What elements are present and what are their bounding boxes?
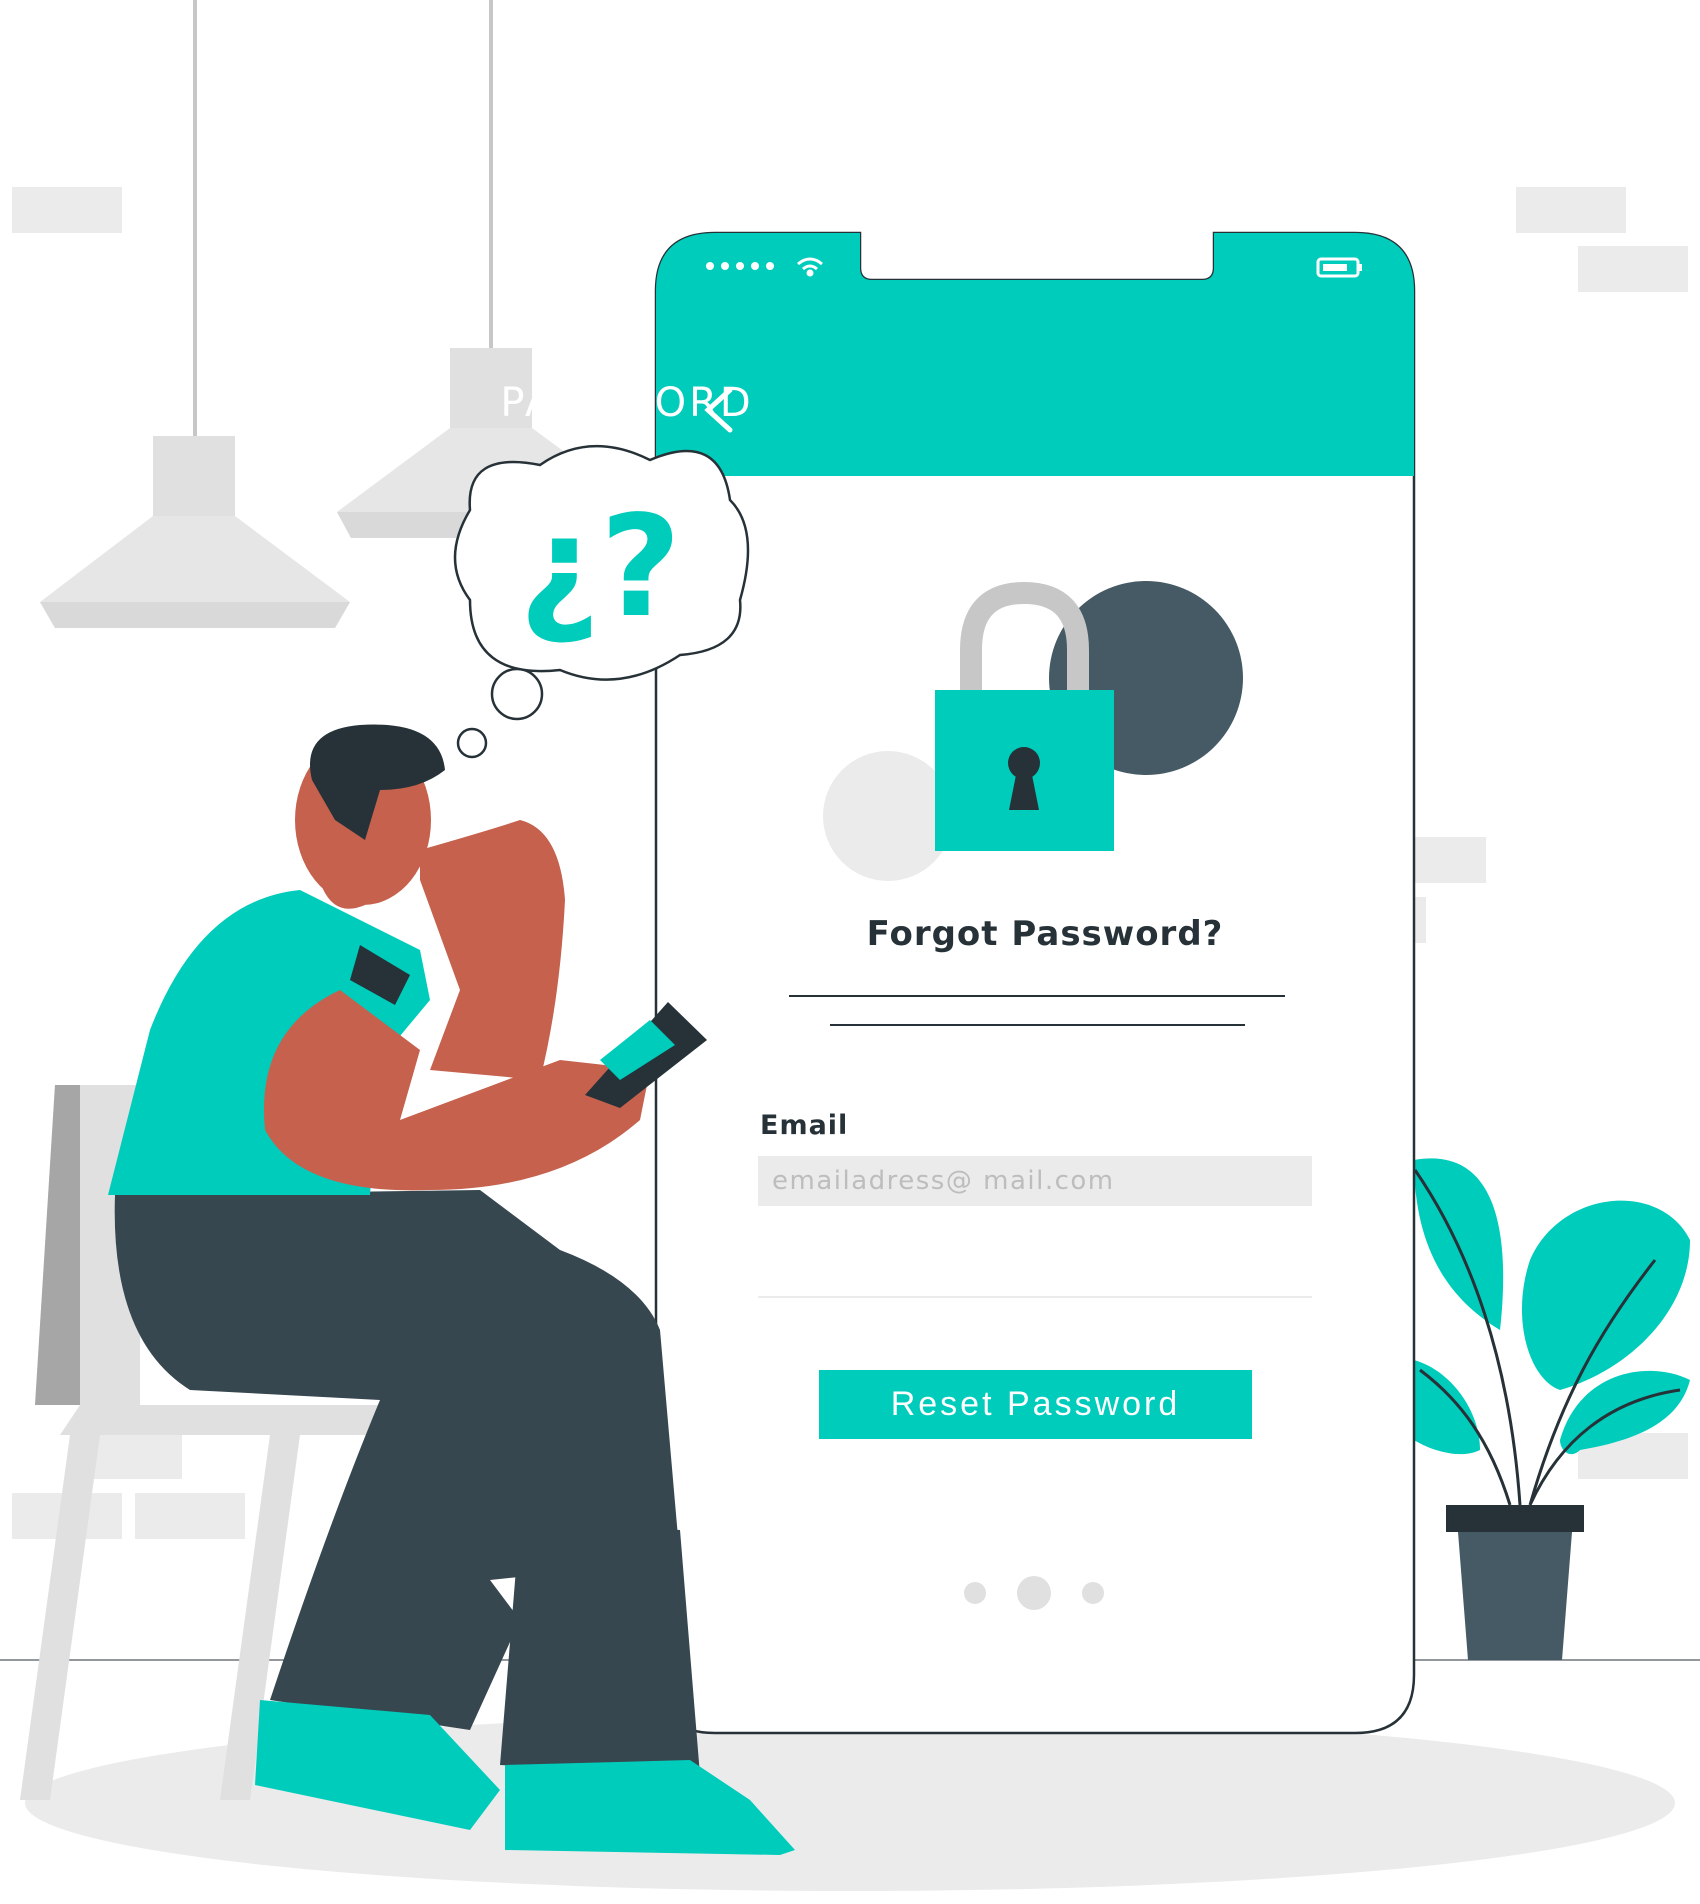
page-title: PASSWORD (500, 380, 754, 426)
email-field[interactable] (758, 1156, 1312, 1206)
reset-password-button[interactable]: Reset Password (819, 1370, 1252, 1439)
email-label: Email (760, 1110, 849, 1141)
password-reset-screen: PASSWORD Forgot Password? Email Reset Pa… (0, 0, 1700, 1904)
forgot-password-heading: Forgot Password? (866, 914, 1224, 954)
